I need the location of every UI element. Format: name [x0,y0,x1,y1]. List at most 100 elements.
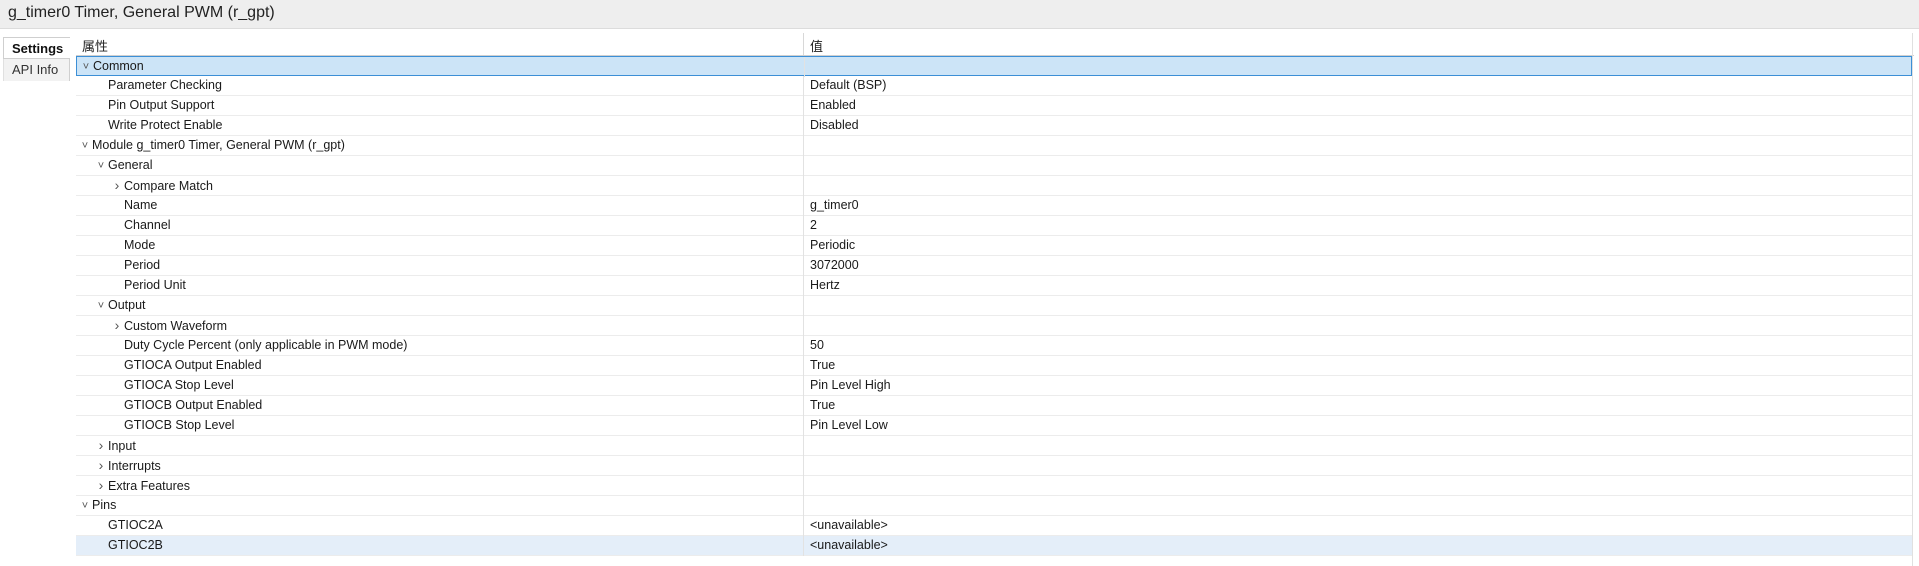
table-row[interactable]: ˅ General [76,156,1912,176]
view-title: g_timer0 Timer, General PWM (r_gpt) [8,4,275,21]
table-row[interactable]: GTIOCA Stop Level Pin Level High [76,376,1912,396]
column-header-value[interactable]: 值 [810,36,823,55]
property-label: GTIOC2A [108,518,163,532]
table-row[interactable]: › Input [76,436,1912,456]
chevron-down-icon[interactable]: ˅ [78,137,92,156]
table-row[interactable]: ˅ Module g_timer0 Timer, General PWM (r_g… [76,136,1912,156]
table-row[interactable]: GTIOCB Stop Level Pin Level Low [76,416,1912,436]
column-divider [803,236,804,256]
property-label: Period [124,258,161,272]
chevron-down-icon[interactable]: ˅ [94,157,108,176]
tab-settings[interactable]: Settings [3,37,70,59]
table-row[interactable]: Channel 2 [76,216,1912,236]
property-value[interactable]: Pin Level High [810,376,891,395]
property-cell: GTIOCB Output Enabled [110,396,262,416]
column-divider [804,57,805,77]
column-divider[interactable] [803,33,804,55]
property-value[interactable]: Disabled [810,116,859,135]
column-divider [803,116,804,136]
column-divider [803,316,804,336]
property-cell: › Input [94,436,136,456]
chevron-down-icon[interactable]: ˅ [94,297,108,316]
property-value[interactable]: 2 [810,216,817,235]
chevron-right-icon[interactable]: › [94,456,108,475]
column-divider [803,436,804,456]
property-label: Mode [124,238,156,252]
table-row[interactable]: › Custom Waveform [76,316,1912,336]
property-label: Duty Cycle Percent (only applicable in P… [124,338,408,352]
property-value[interactable]: g_timer0 [810,196,859,215]
property-cell: Duty Cycle Percent (only applicable in P… [110,336,407,356]
property-value[interactable]: 3072000 [810,256,859,275]
view-title-bar: g_timer0 Timer, General PWM (r_gpt) [0,0,1919,29]
chevron-right-icon[interactable]: › [110,176,124,195]
properties-table: 属性 值 ˅ Common Parameter Checking Default (B… [76,33,1914,566]
property-value[interactable]: True [810,396,835,415]
column-divider [803,336,804,356]
property-cell: GTIOC2A [94,516,163,536]
property-label: GTIOCB Stop Level [124,418,235,432]
chevron-right-icon[interactable]: › [94,476,108,495]
property-value[interactable]: Pin Level Low [810,416,888,435]
column-divider [803,156,804,176]
column-divider [803,396,804,416]
column-divider [803,176,804,196]
property-value[interactable]: <unavailable> [810,536,888,555]
table-row[interactable]: GTIOCA Output Enabled True [76,356,1912,376]
property-value[interactable]: True [810,356,835,375]
column-divider [803,496,804,516]
column-divider [803,136,804,156]
property-label: Parameter Checking [108,78,222,92]
property-value[interactable]: <unavailable> [810,516,888,535]
column-header-property[interactable]: 属性 [82,36,108,55]
property-cell: GTIOC2B [94,536,163,556]
column-divider [803,216,804,236]
column-divider [803,536,804,556]
property-cell: GTIOCA Output Enabled [110,356,262,376]
table-row[interactable]: GTIOCB Output Enabled True [76,396,1912,416]
chevron-down-icon[interactable]: ˅ [79,58,93,77]
table-row[interactable]: ˅ Common [76,56,1912,77]
table-row[interactable]: ˅ Pins [76,496,1912,516]
property-label: Channel [124,218,171,232]
property-cell: Parameter Checking [94,76,222,96]
table-row[interactable]: › Extra Features [76,476,1912,496]
table-row[interactable]: GTIOC2A <unavailable> [76,516,1912,536]
property-label: Compare Match [124,179,213,193]
table-row[interactable]: Write Protect Enable Disabled [76,116,1912,136]
property-cell: Period Unit [110,276,186,296]
side-tabs: Settings API Info [0,29,70,566]
column-divider [803,96,804,116]
property-value[interactable]: Periodic [810,236,855,255]
column-divider [803,456,804,476]
property-cell: Write Protect Enable [94,116,222,136]
table-row[interactable]: Duty Cycle Percent (only applicable in P… [76,336,1912,356]
chevron-down-icon[interactable]: ˅ [78,497,92,516]
table-row[interactable]: Mode Periodic [76,236,1912,256]
table-row[interactable]: ˅ Output [76,296,1912,316]
table-row[interactable]: › Interrupts [76,456,1912,476]
property-cell: › Extra Features [94,476,190,496]
column-divider [803,356,804,376]
property-cell: Name [110,196,157,216]
chevron-right-icon[interactable]: › [110,316,124,335]
table-row[interactable]: Period 3072000 [76,256,1912,276]
property-label: Input [108,439,136,453]
property-value[interactable]: Hertz [810,276,840,295]
chevron-right-icon[interactable]: › [94,436,108,455]
property-value[interactable]: Default (BSP) [810,76,886,95]
property-label: Period Unit [124,278,186,292]
tab-api-info[interactable]: API Info [3,59,70,81]
column-divider [803,296,804,316]
table-row[interactable]: Period Unit Hertz [76,276,1912,296]
property-label: Custom Waveform [124,319,228,333]
table-row[interactable]: Name g_timer0 [76,196,1912,216]
table-row[interactable]: Pin Output Support Enabled [76,96,1912,116]
property-label: Name [124,198,158,212]
property-value[interactable]: Enabled [810,96,856,115]
table-row[interactable]: › Compare Match [76,176,1912,196]
property-label: GTIOCA Output Enabled [124,358,262,372]
property-value[interactable]: 50 [810,336,824,355]
table-row[interactable]: Parameter Checking Default (BSP) [76,76,1912,96]
table-row[interactable]: GTIOC2B <unavailable> [76,536,1912,556]
